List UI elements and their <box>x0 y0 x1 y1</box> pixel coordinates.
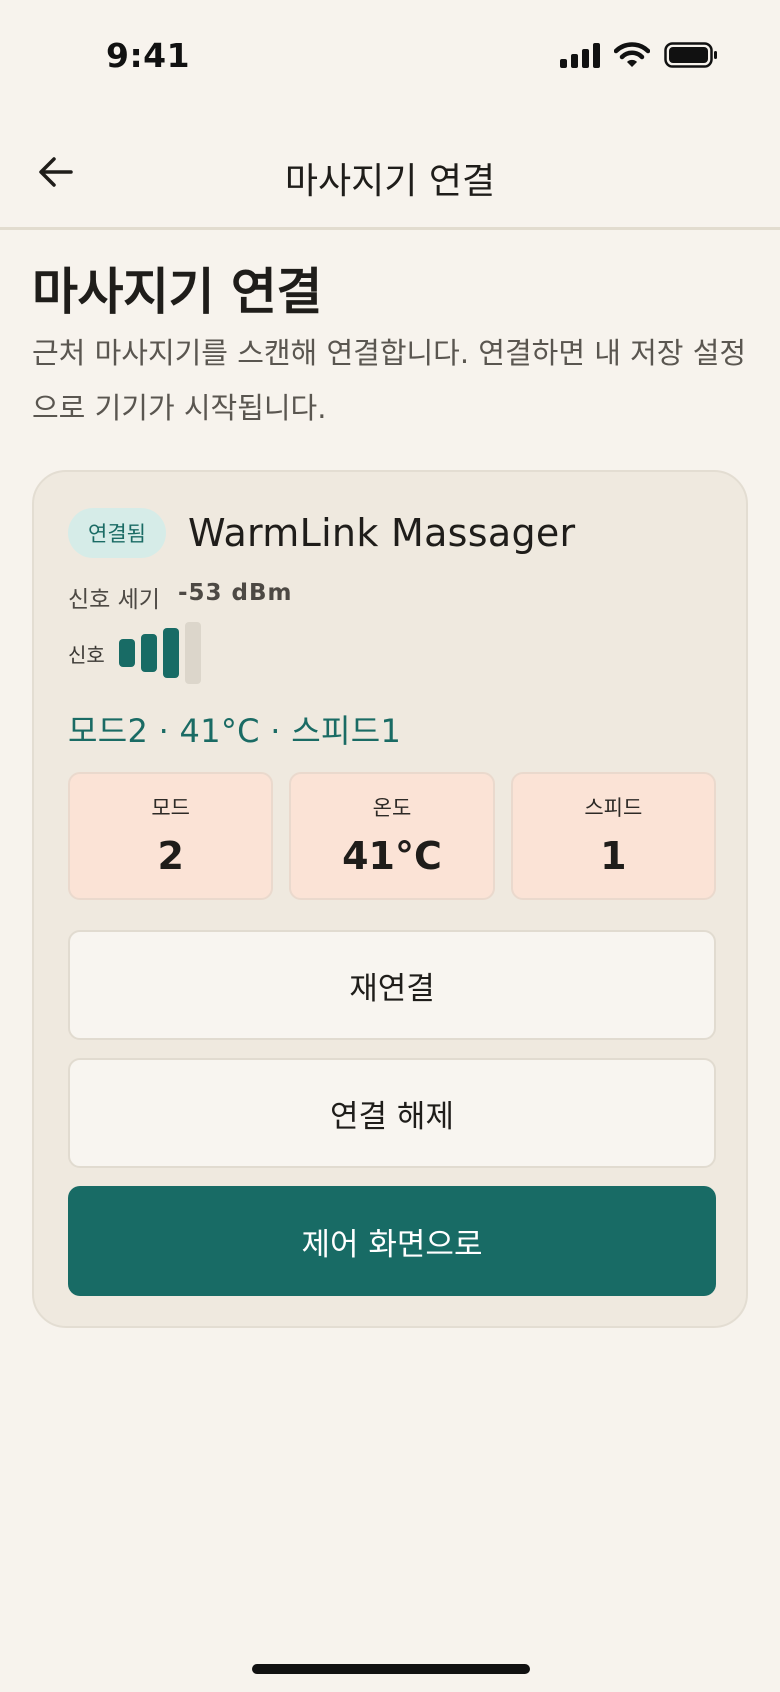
status-icons <box>560 42 718 68</box>
status-time: 9:41 <box>106 36 191 75</box>
connection-status-badge: 연결됨 <box>68 508 166 558</box>
battery-icon <box>664 42 718 68</box>
signal-bar <box>140 634 157 672</box>
signal-row: 신호 <box>68 622 201 684</box>
stat-tile-mode: 모드 2 <box>68 772 274 900</box>
go-to-control-button[interactable]: 제어 화면으로 <box>68 1186 716 1296</box>
page-description: 근처 마사지기를 스캔해 연결합니다. 연결하면 내 저장 설정으로 기기가 시… <box>32 336 747 425</box>
stat-tile-speed: 스피드 1 <box>510 772 716 900</box>
rssi-value: -53 dBm <box>177 580 293 606</box>
status-bar: 9:41 <box>0 0 780 116</box>
wifi-icon <box>614 42 650 68</box>
header-title: 마사지기 연결 <box>284 161 496 202</box>
app-header: 마사지기 연결 <box>0 116 780 230</box>
home-indicator <box>252 1664 530 1674</box>
disconnect-button[interactable]: 연결 해제 <box>68 1058 716 1168</box>
stat-grid: 모드 2 온도 41°C 스피드 1 <box>68 772 716 900</box>
stat-value: 41°C <box>342 834 442 878</box>
device-card: 연결됨 WarmLink Massager 신호 세기 -53 dBm 신호 모… <box>32 470 748 1328</box>
stat-tile-temperature: 온도 41°C <box>289 772 495 900</box>
page-title: 마사지기 연결 <box>32 263 322 321</box>
reconnect-button[interactable]: 재연결 <box>68 930 716 1040</box>
signal-bar <box>162 628 179 678</box>
device-name: WarmLink Massager <box>188 511 576 555</box>
signal-strength-bars <box>118 622 201 684</box>
settings-summary: 모드2 · 41°C · 스피드1 <box>68 712 402 750</box>
stat-value: 2 <box>157 834 184 878</box>
stat-label: 스피드 <box>584 796 643 820</box>
stat-label: 온도 <box>372 796 412 820</box>
signal-label: 신호 <box>68 642 105 667</box>
cellular-signal-icon <box>560 42 600 68</box>
rssi-row: 신호 세기 -53 dBm <box>68 580 292 614</box>
rssi-label: 신호 세기 <box>68 587 160 613</box>
stat-value: 1 <box>600 834 627 878</box>
signal-bar <box>118 639 135 667</box>
signal-bar <box>184 622 201 684</box>
stat-label: 모드 <box>151 796 190 820</box>
